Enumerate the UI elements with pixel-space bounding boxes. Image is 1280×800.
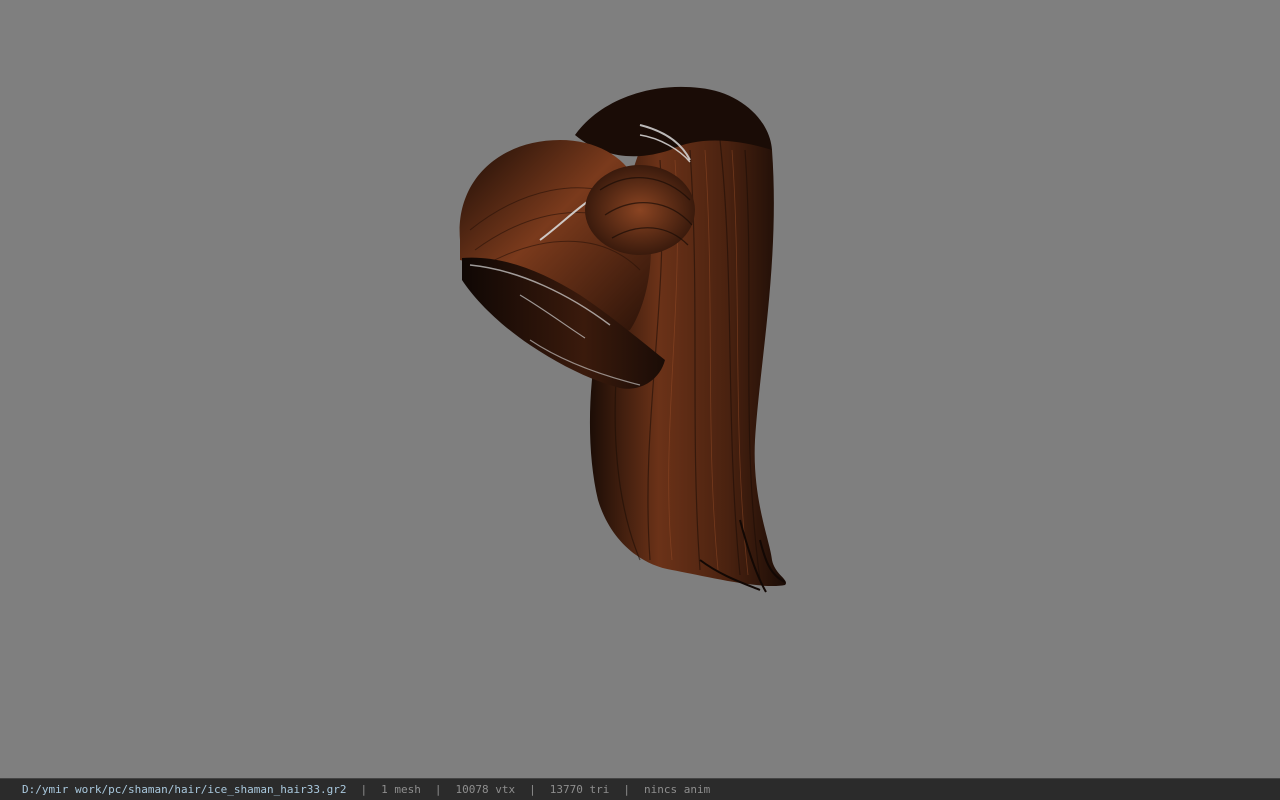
knot-shape <box>585 165 695 255</box>
vertex-count-label: 10078 vtx <box>455 783 516 796</box>
status-separator: | <box>623 783 630 796</box>
status-separator: | <box>529 783 536 796</box>
status-bar: D:/ymir work/pc/shaman/hair/ice_shaman_h… <box>0 778 1280 800</box>
animation-status-label: nincs anim <box>643 783 711 796</box>
hair-model-render <box>459 86 787 593</box>
status-separator: | <box>434 783 442 796</box>
mesh-count-label: 1 mesh <box>381 783 421 796</box>
file-path-label: D:/ymir work/pc/shaman/hair/ice_shaman_h… <box>22 783 347 796</box>
3d-viewport[interactable] <box>0 0 1280 778</box>
status-separator: | <box>360 783 368 796</box>
triangle-count-label: 13770 tri <box>549 783 610 796</box>
